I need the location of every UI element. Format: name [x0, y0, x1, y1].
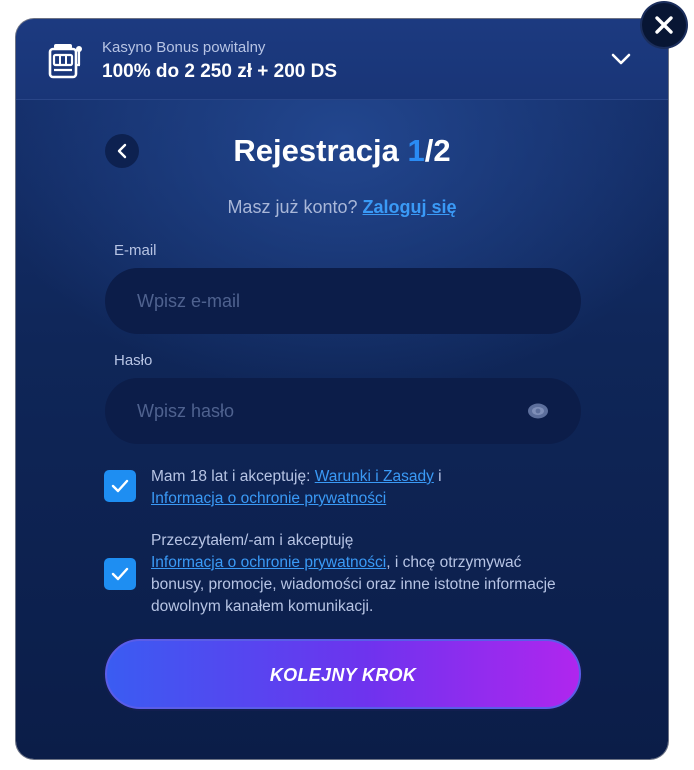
close-icon: [655, 16, 673, 34]
marketing-checkbox[interactable]: [104, 558, 136, 590]
slot-machine-icon: [48, 44, 82, 79]
page-title: Rejestracja 1/2: [16, 133, 668, 169]
password-label: Hasło: [114, 352, 153, 369]
registration-modal: Kasyno Bonus powitalny 100% do 2 250 zł …: [16, 19, 668, 759]
checkmark-icon: [111, 479, 129, 493]
consent2-text-before: Przeczytałem/-am i akceptuję: [151, 532, 354, 549]
title-prefix: Rejestracja: [233, 133, 408, 168]
eye-icon[interactable]: [527, 402, 549, 420]
checkmark-icon: [111, 567, 129, 581]
consent1-text-before: Mam 18 lat i akceptuję:: [151, 468, 315, 485]
title-suffix: /2: [424, 133, 451, 168]
password-field-wrapper: [105, 378, 581, 444]
email-field[interactable]: [105, 268, 581, 334]
login-prompt-text: Masz już konto?: [227, 197, 358, 217]
consent1-text-between: i: [433, 468, 442, 485]
bonus-label: Kasyno Bonus powitalny: [102, 39, 266, 56]
terms-consent-text: Mam 18 lat i akceptuję: Warunki i Zasady…: [151, 466, 571, 510]
bonus-value: 100% do 2 250 zł + 200 DS: [102, 61, 337, 82]
close-button[interactable]: [642, 3, 686, 47]
email-field-wrapper: [105, 268, 581, 334]
chevron-down-icon[interactable]: [610, 51, 632, 67]
login-link[interactable]: Zaloguj się: [363, 197, 457, 217]
next-step-button[interactable]: KOLEJNY KROK: [105, 639, 581, 709]
email-label: E-mail: [114, 242, 157, 259]
privacy-link-1[interactable]: Informacja o ochronie prywatności: [151, 490, 386, 507]
privacy-link-2[interactable]: Informacja o ochronie prywatności: [151, 554, 386, 571]
terms-link[interactable]: Warunki i Zasady: [315, 468, 434, 485]
terms-checkbox[interactable]: [104, 470, 136, 502]
marketing-consent-text: Przeczytałem/-am i akceptuję Informacja …: [151, 530, 571, 618]
title-step: 1: [407, 133, 425, 168]
bonus-banner[interactable]: Kasyno Bonus powitalny 100% do 2 250 zł …: [16, 19, 668, 100]
password-field[interactable]: [105, 378, 581, 444]
login-prompt: Masz już konto? Zaloguj się: [16, 197, 668, 218]
